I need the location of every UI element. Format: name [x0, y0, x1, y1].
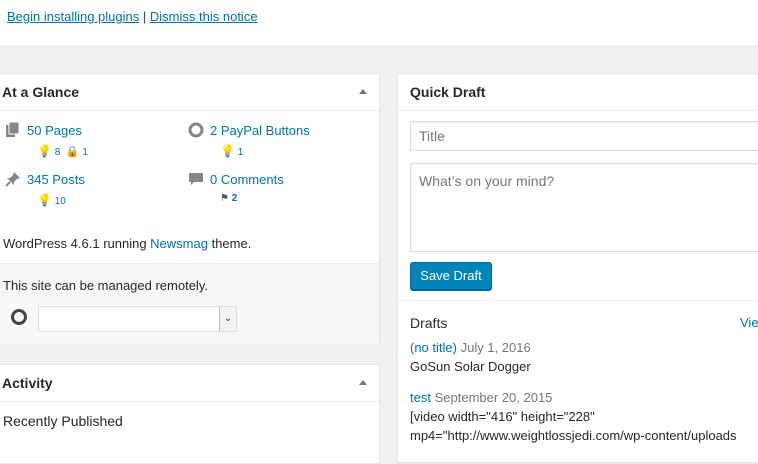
draft-date: July 1, 2016	[460, 340, 531, 355]
paypal-buttons-link[interactable]: 2 PayPal Buttons	[210, 123, 310, 138]
posts-sub1[interactable]: 10	[55, 196, 66, 207]
at-a-glance-title: At a Glance	[2, 84, 80, 100]
quick-draft-widget: Quick Draft Title What’s on your mind? S…	[397, 73, 758, 463]
comment-icon	[189, 173, 203, 185]
draft-link[interactable]: test	[410, 390, 431, 405]
draft-item-title: test September 20, 2015	[410, 390, 552, 405]
draft-link[interactable]: (no title)	[410, 340, 457, 355]
draft-content-textarea[interactable]: What’s on your mind?	[410, 163, 758, 252]
save-draft-button[interactable]: Save Draft	[410, 262, 492, 290]
notice-links: Begin installing plugins | Dismiss this …	[7, 9, 258, 24]
activity-title: Activity	[2, 375, 53, 391]
wordpress-version-info: WordPress 4.6.1 running Newsmag theme.	[3, 236, 251, 251]
posts-link[interactable]: 345 Posts	[27, 172, 85, 187]
lightbulb-icon: 💡	[37, 144, 52, 158]
at-a-glance-header[interactable]: At a Glance	[0, 74, 379, 111]
circle-icon	[188, 122, 204, 138]
pages-sub1[interactable]: 8	[55, 147, 61, 158]
quick-draft-header[interactable]: Quick Draft	[398, 74, 758, 111]
comments-sub1[interactable]: 2	[232, 193, 238, 204]
draft-excerpt: [video width="416" height="228"	[410, 409, 595, 424]
dismiss-notice-link[interactable]: Dismiss this notice	[150, 9, 258, 24]
activity-widget: Activity Recently Published	[0, 364, 380, 464]
wp-info-suffix: theme.	[207, 236, 252, 251]
lightbulb-icon: 💡	[220, 144, 235, 158]
theme-link[interactable]: Newsmag	[150, 236, 208, 251]
drafts-divider	[398, 300, 758, 301]
remote-management-text: This site can be managed remotely.	[3, 278, 208, 293]
recently-published-heading: Recently Published	[3, 413, 123, 429]
collapse-arrow-icon[interactable]	[359, 89, 367, 94]
ring-icon	[11, 309, 27, 325]
draft-excerpt: GoSun Solar Dogger	[410, 359, 531, 374]
at-a-glance-widget: At a Glance 50 Pages 💡 8 🔒 1 2 PayPal Bu…	[0, 73, 380, 344]
quick-draft-title: Quick Draft	[410, 84, 486, 100]
pushpin-icon	[5, 172, 20, 187]
draft-title-input[interactable]: Title	[410, 121, 758, 151]
draft-date: September 20, 2015	[434, 390, 553, 405]
comments-link[interactable]: 0 Comments	[210, 172, 284, 187]
pages-link[interactable]: 50 Pages	[27, 123, 82, 138]
comments-sub-counts: ⚑ 2	[220, 193, 237, 204]
paypal-sub1[interactable]: 1	[238, 147, 244, 158]
pages-sub-counts: 💡 8 🔒 1	[37, 144, 88, 158]
collapse-arrow-icon[interactable]	[359, 380, 367, 385]
view-all-drafts-link[interactable]: Vie	[740, 315, 758, 330]
flag-icon: ⚑	[220, 193, 229, 204]
pages-icon	[6, 122, 20, 137]
drafts-heading: Drafts	[410, 315, 448, 331]
remote-select-dropdown[interactable]: ⌄	[38, 306, 237, 332]
pages-sub2[interactable]: 1	[82, 147, 88, 158]
lock-icon: 🔒	[65, 146, 80, 158]
paypal-sub-counts: 💡 1	[220, 144, 243, 158]
plugin-notice: Begin installing plugins | Dismiss this …	[0, 0, 758, 47]
wp-info-prefix: WordPress 4.6.1 running	[3, 236, 151, 251]
notice-separator: |	[142, 9, 147, 24]
activity-header[interactable]: Activity	[0, 365, 379, 402]
begin-installing-plugins-link[interactable]: Begin installing plugins	[7, 9, 139, 24]
posts-sub-counts: 💡 10	[37, 193, 66, 207]
draft-excerpt-line2: mp4="http://www.weightlossjedi.com/wp-co…	[410, 428, 737, 443]
lightbulb-icon: 💡	[37, 193, 52, 207]
remote-management-section: This site can be managed remotely. ⌄	[0, 263, 379, 344]
draft-item-title: (no title) July 1, 2016	[410, 340, 531, 355]
chevron-down-icon[interactable]: ⌄	[219, 307, 236, 331]
